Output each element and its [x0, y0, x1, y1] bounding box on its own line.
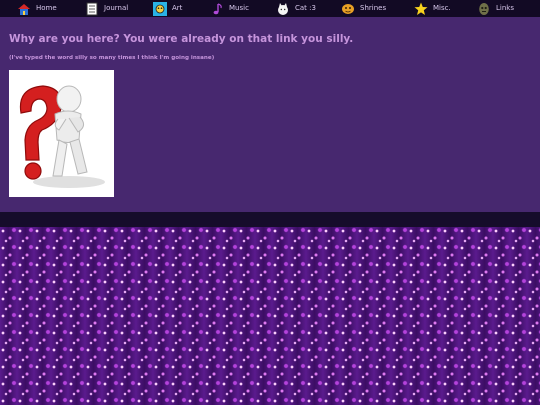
nav-label-links: Links [496, 4, 514, 12]
nav-label-misc: Misc. [433, 4, 451, 12]
shrine-icon [342, 3, 354, 14]
cat-icon [278, 2, 288, 15]
nav-item-shrines[interactable]: Shrines [341, 0, 386, 17]
nav-item-misc[interactable]: Misc. [414, 0, 451, 17]
nav-item-cat[interactable]: Cat :3 [276, 0, 316, 17]
nav-item-links[interactable]: Links [477, 0, 514, 17]
nav-item-home[interactable]: Home [17, 0, 57, 17]
glitter-background [0, 227, 540, 405]
top-nav-bar: Home Journal Art Music Cat:3 Shrines Mi… [0, 0, 540, 17]
star-icon [414, 2, 428, 15]
nav-label-music: Music [229, 4, 249, 12]
nav-label-art: Art [172, 4, 183, 12]
art-icon [153, 1, 167, 16]
section-divider [0, 212, 540, 227]
page-title: Why are you here? You were already on th… [9, 33, 354, 45]
page-subtitle: (I've typed the word silly so many times… [9, 55, 215, 61]
question-mark-image [9, 70, 114, 197]
nav-label-cat: Cat :3 [295, 4, 316, 12]
nav-item-music[interactable]: Music [210, 0, 249, 17]
nav-item-journal[interactable]: Journal [85, 0, 128, 17]
music-note-icon [213, 2, 222, 14]
mask-icon [479, 2, 489, 15]
main-content: Why are you here? You were already on th… [0, 17, 540, 212]
nav-label-journal: Journal [104, 4, 129, 12]
nav-label-home: Home [36, 4, 57, 12]
house-icon [18, 3, 30, 15]
nav-label-shrines: Shrines [360, 4, 387, 12]
nav-item-art[interactable]: Art [153, 0, 182, 17]
question-mark-figure-icon [9, 70, 114, 197]
journal-icon [86, 2, 98, 15]
